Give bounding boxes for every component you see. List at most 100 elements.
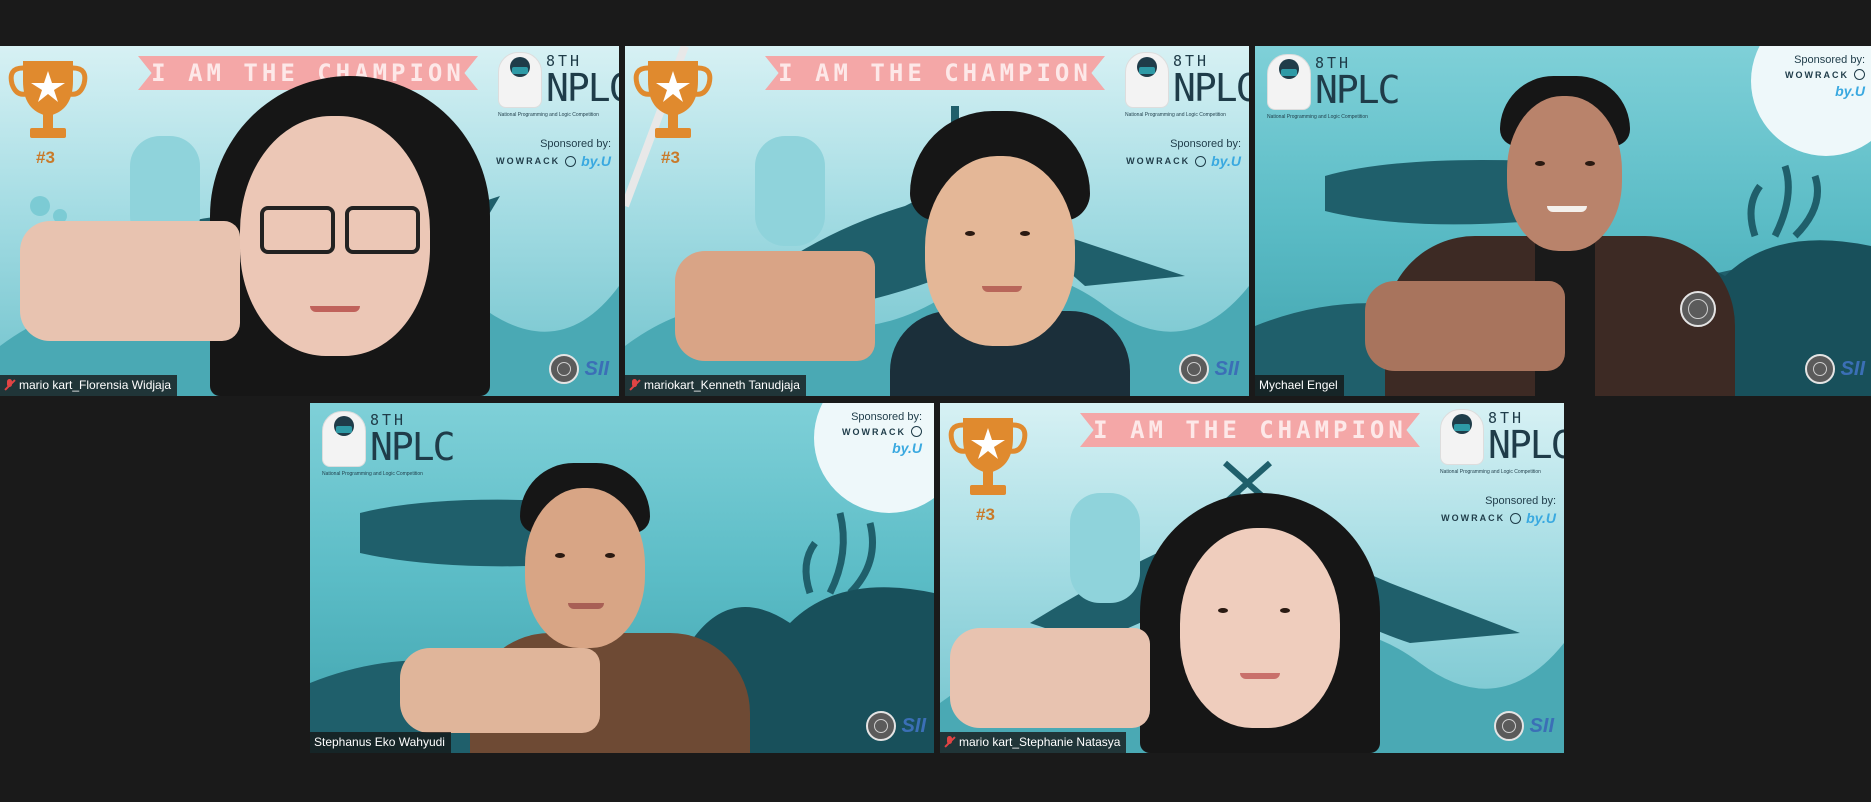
mic-muted-icon: [4, 379, 15, 391]
hand-gesture: [20, 221, 240, 341]
sponsor-block: Sponsored by: WOWRACK by.U: [1126, 138, 1241, 169]
eye: [1218, 608, 1228, 613]
ring-icon: [1195, 155, 1207, 167]
hand-gesture: [950, 628, 1150, 728]
sponsor-wowrack: WOWRACK: [1126, 156, 1191, 166]
rank-label: #3: [661, 148, 680, 167]
participant-name: mariokart_Kenneth Tanudjaja: [644, 378, 800, 392]
champion-banner: I AM THE CHAMPION: [765, 56, 1105, 90]
logo-title: NPLC: [370, 424, 456, 469]
eye: [555, 553, 565, 558]
mascot-icon: [1267, 54, 1311, 110]
nplc-logo: 8THNPLC National Programming and Logic C…: [322, 411, 456, 477]
jacket-emblem-icon: [1680, 291, 1716, 327]
video-tile-stephanie[interactable]: I AM THE CHAMPION #3 8TH NPLC National Pr…: [940, 403, 1564, 753]
video-tile-mychael[interactable]: 8TH NPLC National Programming and Logic C…: [1255, 46, 1871, 396]
logo-subtitle: National Programming and Logic Competiti…: [1267, 114, 1368, 120]
badge-row: SII: [1493, 711, 1554, 741]
mascot-icon: [322, 411, 366, 467]
sii-badge: SII: [901, 714, 926, 737]
champion-banner: I AM THE CHAMPION: [1080, 413, 1420, 447]
eye: [1020, 231, 1030, 236]
eye: [1280, 608, 1290, 613]
trophy-icon: [8, 61, 88, 138]
ring-icon: [911, 426, 922, 437]
sii-badge: SII: [1840, 357, 1865, 380]
face: [1180, 528, 1340, 728]
glasses: [345, 206, 420, 254]
participant-nametag: mariokart_Kenneth Tanudjaja: [625, 375, 806, 396]
mouth: [310, 306, 360, 312]
sii-badge: SII: [584, 357, 609, 380]
participant-nametag: mario kart_Florensia Widjaja: [0, 375, 178, 396]
nplc-logo: 8THNPLC National Programming and Logic C…: [1267, 54, 1401, 120]
mascot-icon: [1440, 409, 1484, 465]
ring-icon: [1510, 512, 1522, 524]
rank-label: #3: [976, 505, 995, 524]
university-seal-icon: [865, 711, 896, 741]
sponsor-label: Sponsored by:: [1794, 54, 1865, 66]
mouth: [982, 286, 1022, 292]
participant-nametag: Stephanus Eko Wahyudi: [310, 732, 451, 753]
sii-badge: SII: [1214, 357, 1239, 380]
mouth: [1240, 673, 1280, 679]
logo-subtitle: National Programming and Logic Competiti…: [1440, 469, 1541, 475]
nplc-logo: 8THNPLC National Programming and Logic C…: [1440, 409, 1564, 475]
eye: [1585, 161, 1595, 166]
video-tile-kenneth[interactable]: I AM THE CHAMPION #3 8TH NPLC National Pr…: [625, 46, 1249, 396]
participant-name: mario kart_Florensia Widjaja: [19, 378, 172, 392]
sponsor-byu: by.U: [1835, 83, 1865, 99]
logo-title: NPLC: [1173, 65, 1249, 110]
ring-icon: [565, 155, 577, 167]
university-seal-icon: [1178, 354, 1209, 384]
video-tile-stephanus[interactable]: 8TH NPLC National Programming and Logic C…: [310, 403, 934, 753]
hand-gesture: [400, 648, 600, 733]
participant-name: Mychael Engel: [1259, 378, 1338, 392]
face: [1507, 96, 1622, 251]
sponsor-block: Sponsored by: WOWRACK by.U: [1785, 54, 1865, 99]
badge-row: SII: [548, 354, 609, 384]
badge-row: SII: [1178, 354, 1239, 384]
sponsor-wowrack: WOWRACK: [1441, 513, 1506, 523]
nplc-logo: 8THNPLC National Programming and Logic C…: [1125, 52, 1249, 118]
glasses: [260, 206, 335, 254]
sponsor-byu: by.U: [1211, 153, 1241, 169]
logo-subtitle: National Programming and Logic Competiti…: [1125, 112, 1226, 118]
participant-nametag: mario kart_Stephanie Natasya: [940, 732, 1127, 753]
sponsor-label: Sponsored by:: [1170, 138, 1241, 150]
eye: [1535, 161, 1545, 166]
sponsor-byu: by.U: [892, 440, 922, 456]
sponsor-wowrack: WOWRACK: [1785, 69, 1849, 80]
sponsor-wowrack: WOWRACK: [842, 426, 906, 437]
trophy-icon: [633, 61, 713, 138]
participant-video: [1140, 493, 1400, 753]
mouth: [1547, 206, 1587, 212]
mouth: [568, 603, 604, 609]
rank-label: #3: [36, 148, 55, 167]
ring-icon: [1854, 69, 1865, 80]
badge-row: SII: [1804, 354, 1865, 384]
participant-nametag: Mychael Engel: [1255, 375, 1344, 396]
mic-muted-icon: [629, 379, 640, 391]
hand-gesture: [1365, 281, 1565, 371]
logo-title: NPLC: [1488, 422, 1564, 467]
participant-name: Stephanus Eko Wahyudi: [314, 735, 445, 749]
participant-name: mario kart_Stephanie Natasya: [959, 735, 1121, 749]
sponsor-byu: by.U: [1526, 510, 1556, 526]
sii-badge: SII: [1529, 714, 1554, 737]
sponsor-label: Sponsored by:: [851, 411, 922, 423]
university-seal-icon: [548, 354, 579, 384]
sponsor-block: Sponsored by: WOWRACK by.U: [842, 411, 922, 456]
sponsor-label: Sponsored by:: [1485, 495, 1556, 507]
face: [925, 156, 1075, 346]
hand-gesture: [675, 251, 875, 361]
mascot-icon: [1125, 52, 1169, 108]
participant-video: [200, 76, 530, 396]
video-tile-florensia[interactable]: I AM THE CHAMPION #3 8THNPLC National Pr…: [0, 46, 619, 396]
logo-title: NPLC: [546, 65, 619, 110]
university-seal-icon: [1493, 711, 1524, 741]
participant-video: [890, 111, 1130, 396]
sponsor-block: Sponsored by: WOWRACK by.U: [1441, 495, 1556, 526]
university-seal-icon: [1804, 354, 1835, 384]
face: [525, 488, 645, 648]
